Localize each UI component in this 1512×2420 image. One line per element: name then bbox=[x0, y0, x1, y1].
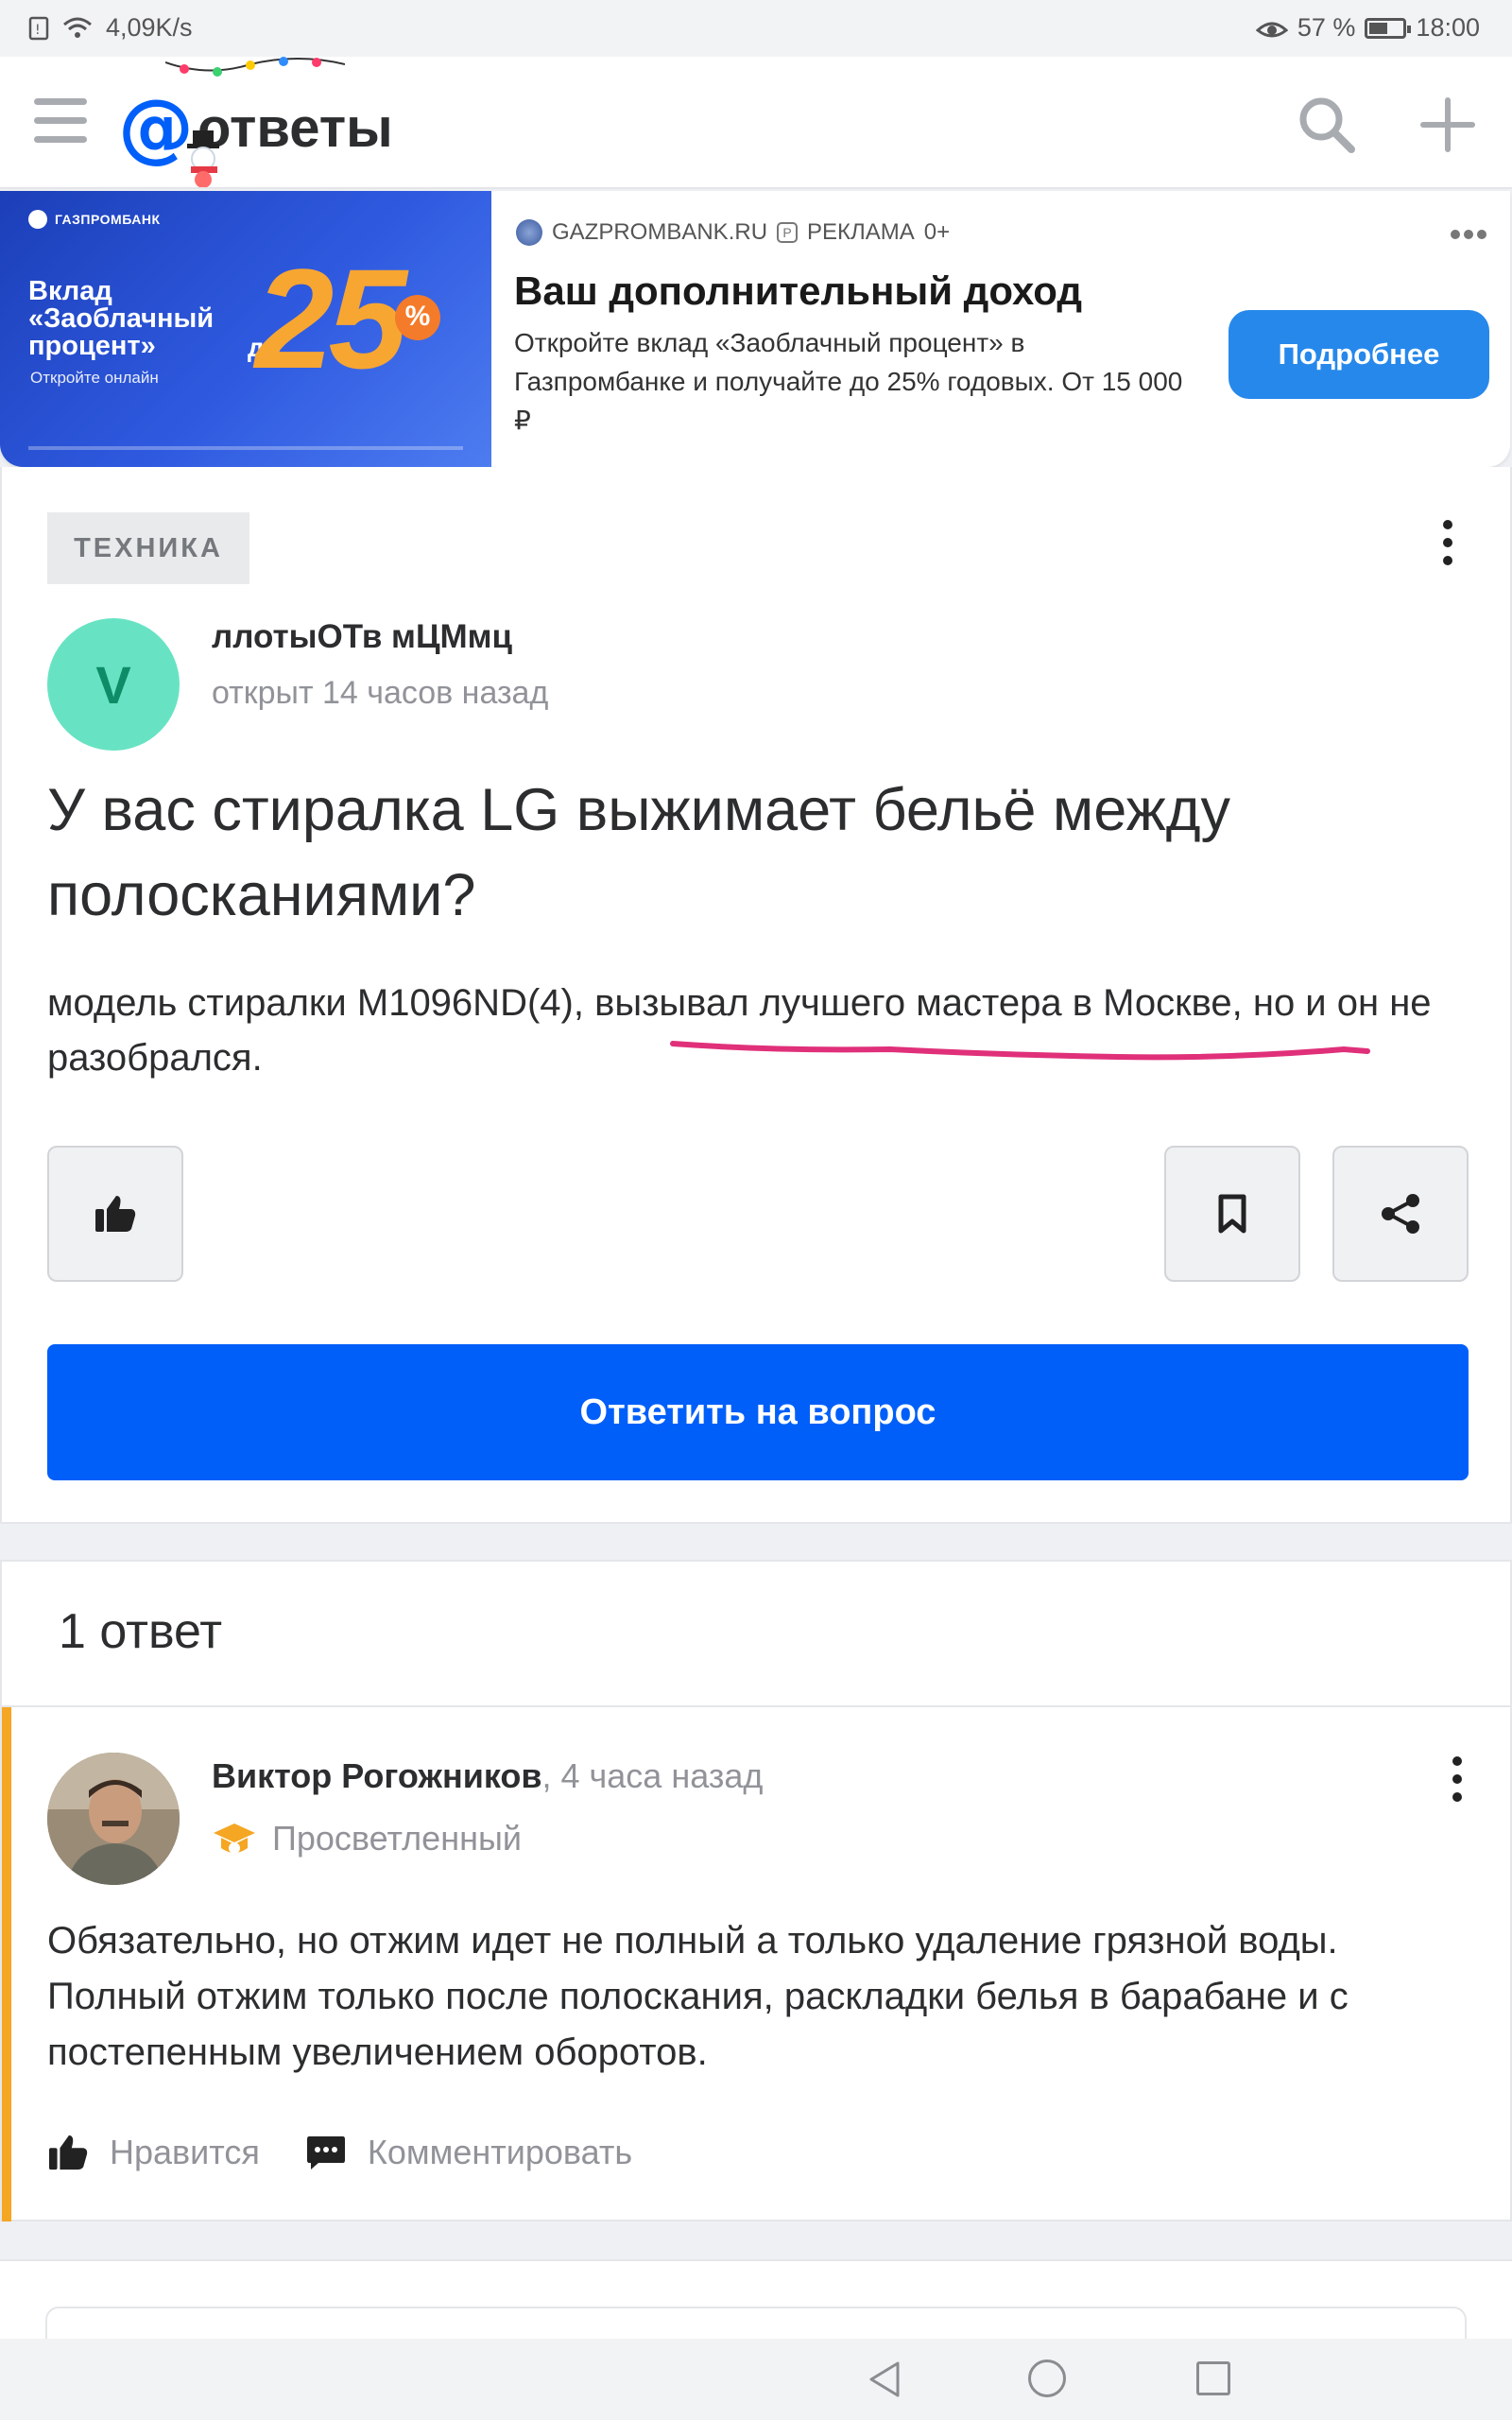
graduation-cap-icon bbox=[214, 1824, 255, 1854]
ad-block[interactable]: ГАЗПРОМБАНК Вклад «Заоблачный процент» О… bbox=[0, 191, 1510, 467]
sim-icon: ! bbox=[28, 16, 49, 40]
status-bar: ! 4,09K/s 57 % 18:00 bbox=[0, 0, 1512, 57]
battery-icon bbox=[1365, 17, 1412, 39]
site-favicon-icon bbox=[516, 219, 542, 246]
snowman-icon bbox=[187, 130, 219, 187]
answer-time: , 4 часа назад bbox=[541, 1756, 764, 1795]
ad-disclaimer bbox=[28, 446, 463, 450]
answer-more-icon[interactable] bbox=[1448, 1756, 1467, 1809]
question-author[interactable]: ллотыОТв мЦМмц bbox=[212, 618, 512, 656]
answer-meta: Виктор Рогожников, 4 часа назад bbox=[212, 1756, 763, 1796]
bookmark-button[interactable] bbox=[1164, 1146, 1300, 1282]
add-question-icon[interactable] bbox=[1418, 95, 1478, 155]
question-title: У вас стиралка LG выжимает бельё между п… bbox=[47, 777, 1230, 928]
answer-avatar[interactable] bbox=[47, 1753, 180, 1885]
app-header: @ ответы bbox=[0, 57, 1512, 189]
comment-icon bbox=[306, 2136, 345, 2169]
like-label: Нравится bbox=[110, 2133, 260, 2171]
svg-text:!: ! bbox=[35, 23, 41, 38]
ad-title[interactable]: Ваш дополнительный доход bbox=[514, 268, 1082, 314]
answers-card: 1 ответ Виктор Рогожников, 4 часа назад … bbox=[0, 1560, 1512, 2221]
answer-rank: Просветленный bbox=[212, 1819, 522, 1858]
bookmark-icon bbox=[1218, 1194, 1246, 1234]
home-icon[interactable] bbox=[1028, 2360, 1066, 2397]
garland-decoration bbox=[165, 57, 345, 77]
ad-slogan: Вклад «Заоблачный процент» bbox=[28, 276, 215, 361]
share-button[interactable] bbox=[1332, 1146, 1469, 1282]
share-icon bbox=[1382, 1194, 1419, 1234]
category-tag[interactable]: ТЕХНИКА bbox=[47, 512, 249, 584]
wifi-icon bbox=[63, 17, 92, 38]
ad-options-icon[interactable] bbox=[1450, 229, 1487, 240]
answers-count: 1 ответ bbox=[59, 1604, 223, 1659]
battery-percent: 57 % bbox=[1297, 13, 1356, 42]
rank-label: Просветленный bbox=[272, 1819, 522, 1858]
ad-percent-sign: % bbox=[395, 295, 440, 340]
ad-age: 0+ bbox=[923, 219, 951, 245]
question-more-icon[interactable] bbox=[1438, 520, 1457, 573]
answer-item: Виктор Рогожников, 4 часа назад Просветл… bbox=[2, 1707, 1512, 2221]
thumbs-up-icon bbox=[49, 2135, 88, 2170]
network-speed: 4,09K/s bbox=[106, 13, 193, 42]
ad-domain: GAZPROMBANK.RU bbox=[552, 219, 768, 245]
eye-comfort-icon bbox=[1255, 22, 1288, 37]
ad-label: РЕКЛАМА bbox=[807, 219, 915, 245]
comment-button[interactable]: Комментировать bbox=[305, 2133, 632, 2172]
ad-online: Откройте онлайн bbox=[30, 369, 159, 387]
ad-more-button[interactable]: Подробнее bbox=[1228, 310, 1489, 399]
recent-apps-icon[interactable] bbox=[1196, 2361, 1230, 2395]
back-icon[interactable] bbox=[866, 2360, 903, 2399]
ad-description: Откройте вклад «Заоблачный процент» в Га… bbox=[514, 328, 1183, 435]
avatar[interactable]: V bbox=[47, 618, 180, 751]
system-nav-bar bbox=[0, 2339, 1512, 2420]
answer-actions: Нравится Комментировать bbox=[47, 2133, 678, 2172]
bank-logo-icon bbox=[28, 210, 47, 229]
user-photo bbox=[47, 1753, 180, 1885]
question-card: ТЕХНИКА V ллотыОТв мЦМмц открыт 14 часов… bbox=[0, 467, 1512, 1524]
ad-source: GAZPROMBANK.RU Р РЕКЛАМА 0+ bbox=[516, 219, 950, 246]
like-question-button[interactable] bbox=[47, 1146, 183, 1282]
search-icon[interactable] bbox=[1297, 95, 1357, 155]
clock: 18:00 bbox=[1416, 13, 1480, 42]
ad-banner-image[interactable]: ГАЗПРОМБАНК Вклад «Заоблачный процент» О… bbox=[0, 191, 491, 467]
answer-question-button[interactable]: Ответить на вопрос bbox=[47, 1344, 1469, 1480]
menu-icon[interactable] bbox=[34, 98, 87, 146]
answer-author[interactable]: Виктор Рогожников bbox=[212, 1756, 542, 1795]
like-answer-button[interactable]: Нравится bbox=[47, 2133, 260, 2172]
thumbs-up-icon bbox=[95, 1196, 136, 1232]
question-time: открыт 14 часов назад bbox=[212, 675, 549, 711]
ad-percent: 25 bbox=[255, 239, 407, 398]
answer-text: Обязательно, но отжим идет не полный а т… bbox=[47, 1920, 1349, 2073]
ad-bank-name: ГАЗПРОМБАНК bbox=[55, 212, 161, 227]
comment-label: Комментировать bbox=[367, 2133, 633, 2171]
ad-mark-icon: Р bbox=[777, 222, 799, 243]
handwritten-underline bbox=[670, 1041, 1370, 1061]
logo[interactable]: @ ответы bbox=[118, 85, 393, 170]
